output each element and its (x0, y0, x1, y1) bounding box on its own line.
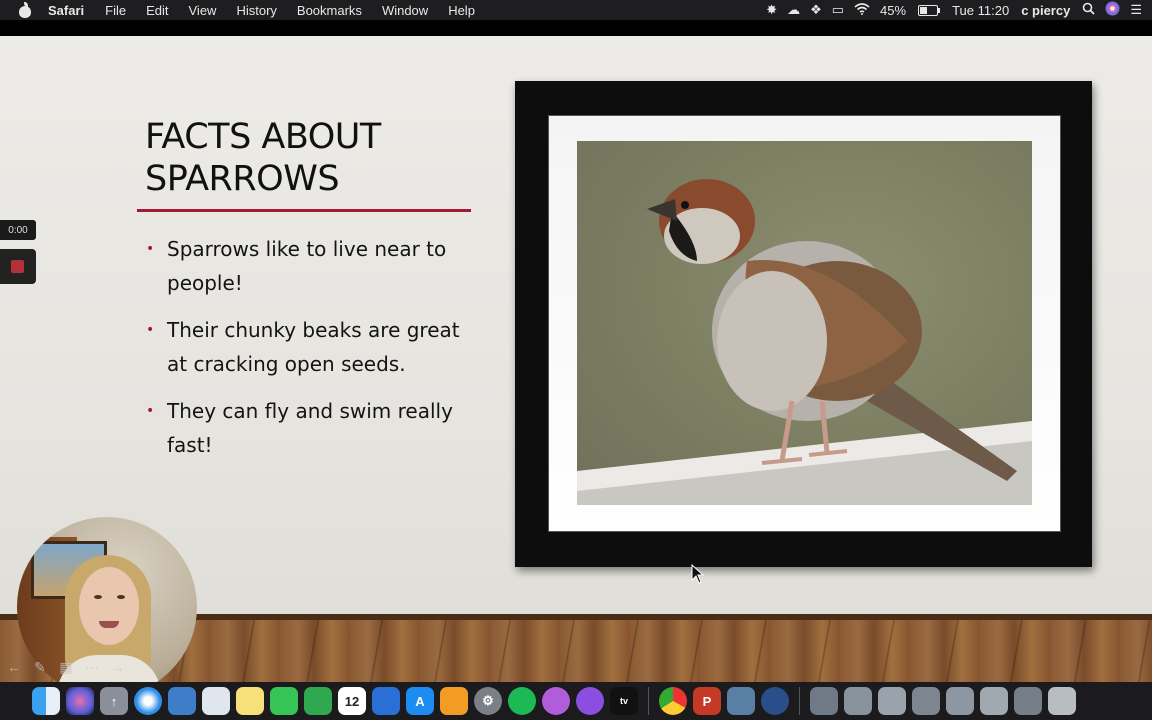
airplay-icon[interactable]: ▭ (832, 2, 844, 18)
sparrow-illustration (577, 179, 1032, 505)
minimized-window-6[interactable] (980, 687, 1008, 715)
slides-grid-icon[interactable]: ▦ (56, 658, 76, 676)
picture-frame (515, 81, 1092, 567)
webcam-presenter-face (79, 567, 139, 645)
record-stop-button[interactable] (0, 249, 36, 284)
slide-nav-controls: ← ✎ ▦ ⋯ → (4, 657, 128, 677)
finder-icon[interactable] (32, 687, 60, 715)
menu-bar: Safari File Edit View History Bookmarks … (0, 0, 1152, 20)
menu-file[interactable]: File (105, 3, 126, 18)
next-slide-icon[interactable]: → (108, 658, 128, 676)
battery-percent: 45% (880, 2, 907, 18)
stop-icon (11, 260, 24, 273)
apple-menu-icon[interactable] (18, 2, 32, 18)
preview-icon[interactable] (168, 687, 196, 715)
bullet-icon: • (146, 241, 155, 257)
system-preferences-icon[interactable]: ⚙ (474, 687, 502, 715)
webcam-eye (94, 595, 102, 599)
calendar-day: 12 (344, 693, 360, 709)
mouse-cursor-icon (691, 564, 705, 584)
window-top-band (0, 20, 1152, 36)
menu-help[interactable]: Help (448, 3, 475, 18)
bullet-icon: • (146, 403, 155, 419)
dock-separator (648, 687, 649, 715)
dock: ↑ 12 A ⚙ tv P (0, 682, 1152, 720)
recording-timer: 0:00 (0, 220, 36, 240)
previous-slide-icon[interactable]: ← (4, 658, 24, 676)
notes-icon[interactable] (236, 687, 264, 715)
minimized-window-7[interactable] (1014, 687, 1042, 715)
dock-separator (799, 687, 800, 715)
bullet-icon: • (146, 322, 155, 338)
menu-status-area: ✸ ☁ ❖ ▭ 45% Tue 11:20 c piercy ☰ (766, 0, 1152, 20)
menu-window[interactable]: Window (382, 3, 428, 18)
launchpad-icon[interactable]: ↑ (100, 687, 128, 715)
menu-clock[interactable]: Tue 11:20 (952, 3, 1009, 18)
calendar-icon[interactable]: 12 (338, 687, 366, 715)
control-center-icon[interactable]: ☰ (1130, 2, 1142, 18)
apple-tv-icon[interactable]: tv (610, 687, 638, 715)
sparrow-photo (577, 141, 1032, 505)
chrome-icon[interactable] (659, 687, 687, 715)
bullet-text: They can fly and swim really fast! (167, 399, 453, 457)
menu-app-name[interactable]: Safari (48, 3, 84, 18)
bullet-text: Their chunky beaks are great at cracking… (167, 318, 460, 376)
menu-view[interactable]: View (189, 3, 217, 18)
photos-icon[interactable] (202, 687, 230, 715)
minimized-window-1[interactable] (810, 687, 838, 715)
app-store-icon[interactable]: A (406, 687, 434, 715)
title-divider (137, 209, 471, 212)
cloud-icon[interactable]: ☁ (787, 2, 800, 18)
search-icon[interactable] (1082, 2, 1095, 18)
battery-icon[interactable] (918, 4, 941, 16)
podcasts-icon[interactable] (576, 687, 604, 715)
wifi-icon[interactable] (854, 2, 870, 18)
bullet-item: • They can fly and swim really fast! (146, 394, 466, 462)
webcam-eye (117, 595, 125, 599)
slide-title-line-1: FACTS ABOUT (145, 117, 381, 157)
messages-icon[interactable] (270, 687, 298, 715)
more-options-icon[interactable]: ⋯ (82, 658, 102, 676)
presentation-slide: FACTS ABOUT SPARROWS • Sparrows like to l… (0, 36, 1152, 682)
pen-tool-icon[interactable]: ✎ (30, 658, 50, 676)
pages-icon[interactable] (440, 687, 468, 715)
menu-user[interactable]: c piercy (1021, 3, 1070, 18)
powerpoint-icon[interactable]: P (693, 687, 721, 715)
menu-edit[interactable]: Edit (146, 3, 168, 18)
bullet-text: Sparrows like to live near to people! (167, 237, 447, 295)
minimized-window-3[interactable] (878, 687, 906, 715)
numbers-icon[interactable] (304, 687, 332, 715)
menu-history[interactable]: History (236, 3, 276, 18)
podcasts-alt-icon[interactable] (542, 687, 570, 715)
slide-title-line-2: SPARROWS (145, 159, 340, 199)
brightness-icon[interactable]: ✸ (766, 2, 777, 18)
siri-icon[interactable] (1105, 1, 1120, 19)
menu-bookmarks[interactable]: Bookmarks (297, 3, 362, 18)
bullet-item: • Their chunky beaks are great at crackin… (146, 313, 466, 381)
preview-2-icon[interactable] (727, 687, 755, 715)
bullet-item: • Sparrows like to live near to people! (146, 232, 466, 300)
screen-recorder-icon[interactable] (761, 687, 789, 715)
safari-icon[interactable] (134, 687, 162, 715)
slide-title: FACTS ABOUT SPARROWS (145, 116, 485, 200)
picture-mat (548, 115, 1061, 532)
minimized-window-4[interactable] (912, 687, 940, 715)
dropbox-icon[interactable]: ❖ (810, 2, 822, 18)
siri-icon[interactable] (66, 687, 94, 715)
minimized-window-5[interactable] (946, 687, 974, 715)
minimized-window-2[interactable] (844, 687, 872, 715)
spotify-icon[interactable] (508, 687, 536, 715)
keynote-icon[interactable] (372, 687, 400, 715)
slide-bullet-list: • Sparrows like to live near to people! •… (146, 232, 466, 475)
trash-icon[interactable] (1048, 687, 1076, 715)
